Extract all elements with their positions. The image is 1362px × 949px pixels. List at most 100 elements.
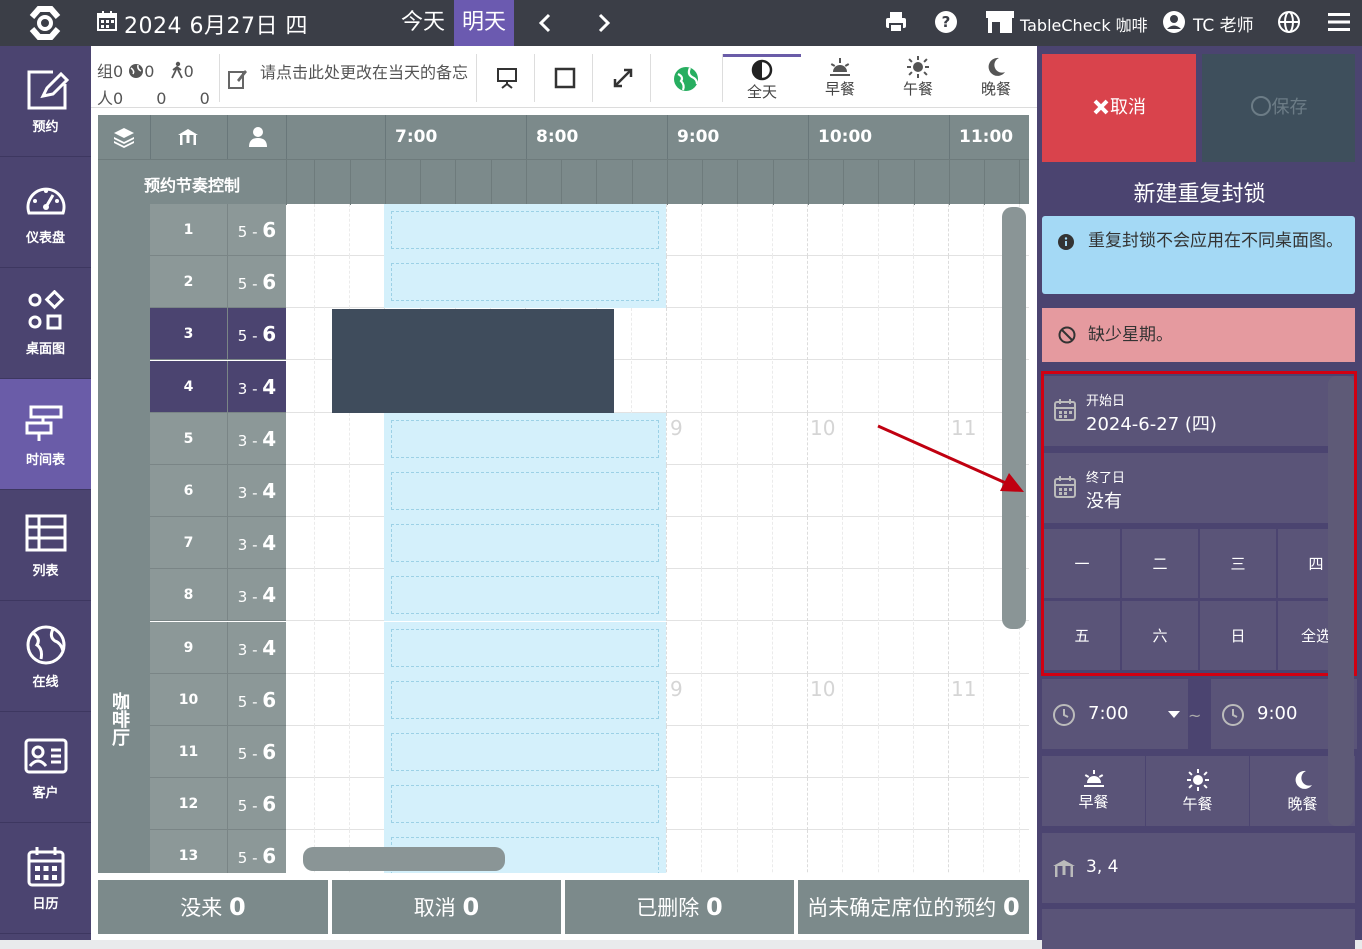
sidebar-item-dashboard[interactable]: 仪表盘	[0, 157, 91, 268]
capacity-min: 3	[237, 536, 248, 555]
deleted-button[interactable]: 已删除 0	[565, 880, 794, 934]
block-slot[interactable]	[384, 204, 666, 256]
table-row[interactable]: 10 5 - 6	[150, 673, 1029, 726]
menu-icon[interactable]	[1327, 10, 1351, 34]
timeline-cells[interactable]	[286, 726, 1029, 778]
block-selection[interactable]	[332, 309, 614, 413]
current-date[interactable]: 2024 6月27日 四	[124, 8, 308, 40]
tomorrow-button[interactable]: 明天	[454, 0, 514, 46]
table-row[interactable]: 12 5 - 6	[150, 778, 1029, 831]
help-icon[interactable]: ?	[934, 10, 958, 34]
timeline-cells[interactable]	[286, 412, 1029, 465]
chevron-right-icon[interactable]	[594, 12, 614, 34]
sidebar-item-reservation[interactable]: 预约	[0, 46, 91, 157]
table-row[interactable]: 93 - 4	[150, 621, 1029, 674]
capacity-separator: -	[247, 536, 263, 555]
sidebar-item-online[interactable]: 在线	[0, 601, 91, 712]
presentation-button[interactable]	[477, 54, 535, 102]
timeline-cells[interactable]	[286, 256, 1029, 309]
customer-icon	[23, 734, 69, 778]
table-number: 10	[150, 673, 227, 726]
logo-icon[interactable]	[24, 3, 66, 43]
table-row[interactable]: 63 - 4	[150, 465, 1029, 517]
sidebar-item-calendar[interactable]: 日历	[0, 823, 91, 934]
list-icon	[23, 512, 69, 556]
layers-icon[interactable]	[112, 125, 136, 149]
start-time-select[interactable]: 7:00	[1042, 679, 1188, 749]
timeline-grid: 7:00 8:00 9:00 10:00 11:00 预约节奏控制 咖啡厅 15…	[98, 115, 1029, 873]
table-number: 3	[150, 308, 227, 361]
ghost-hour-label: 9	[670, 677, 683, 701]
meal-tab-lunch[interactable]: 午餐	[879, 54, 957, 102]
sidebar-item-list[interactable]: 列表	[0, 490, 91, 601]
table-row[interactable]: 53 - 4	[150, 412, 1029, 465]
meal-tab-label: 午餐	[902, 80, 933, 98]
globe-icon[interactable]	[1277, 10, 1301, 34]
deleted-label: 已删除	[636, 896, 700, 920]
panel-meal-lunch[interactable]: 午餐	[1146, 756, 1250, 826]
table-icon[interactable]	[176, 125, 200, 149]
table-row[interactable]: 15 - 6	[150, 204, 1029, 256]
panel-meal-breakfast[interactable]: 早餐	[1042, 756, 1146, 826]
print-icon[interactable]	[884, 10, 908, 34]
memo-field[interactable]	[1042, 909, 1355, 949]
user-name[interactable]: TC 老师	[1193, 11, 1254, 36]
sidebar-item-label: 预约	[32, 120, 59, 135]
table-row[interactable]: 11 5 - 6	[150, 726, 1029, 778]
expand-button[interactable]	[593, 54, 651, 102]
block-slot[interactable]	[384, 517, 666, 570]
table-capacity: 3 - 4	[227, 517, 286, 570]
day-memo[interactable]: 请点击此处更改在当天的备忘	[219, 54, 477, 102]
table-number: 11	[150, 726, 227, 778]
pace-control-row[interactable]: 预约节奏控制	[98, 159, 1029, 205]
cancelled-button[interactable]: 取消 0	[332, 880, 561, 934]
meal-tab-dinner[interactable]: 晚餐	[957, 54, 1035, 102]
vertical-scrollbar[interactable]	[1002, 207, 1026, 629]
unseated-button[interactable]: 尚未确定席位的预约 0	[798, 880, 1029, 934]
time-label: 9:00	[677, 127, 720, 147]
sidebar-item-customer[interactable]: 客户	[0, 712, 91, 823]
panel-scrollbar[interactable]	[1328, 376, 1354, 826]
timeline-cells[interactable]	[286, 465, 1029, 517]
table-view-button[interactable]	[535, 54, 593, 102]
block-slot[interactable]	[384, 621, 666, 674]
block-slot[interactable]	[384, 673, 666, 726]
sidebar-item-floorplan[interactable]: 桌面图	[0, 268, 91, 379]
timeline-cells[interactable]	[286, 517, 1029, 570]
user-icon[interactable]	[1162, 10, 1186, 34]
meal-tab-breakfast[interactable]: 早餐	[801, 54, 879, 102]
cancel-button[interactable]: 取消	[1042, 54, 1196, 162]
sidebar-item-timeline[interactable]: 时间表	[0, 379, 91, 490]
block-slot[interactable]	[384, 412, 666, 465]
top-bar: 2024 6月27日 四 今天 明天 ? TableCheck 咖啡 TC 老师	[0, 0, 1362, 46]
block-slot[interactable]	[384, 778, 666, 831]
timeline-cells[interactable]	[286, 204, 1029, 256]
timeline-cells[interactable]	[286, 569, 1029, 622]
person-icon[interactable]	[246, 125, 270, 149]
online-toggle-button[interactable]	[651, 54, 723, 102]
timeline-cells[interactable]	[286, 778, 1029, 831]
store-icon[interactable]	[985, 9, 1015, 35]
table-row[interactable]: 83 - 4	[150, 569, 1029, 622]
today-button[interactable]: 今天	[392, 0, 454, 46]
block-slot[interactable]	[384, 569, 666, 622]
block-slot[interactable]	[384, 256, 666, 309]
timeline-cells[interactable]	[286, 673, 1029, 726]
chevron-left-icon[interactable]	[535, 12, 555, 34]
capacity-separator: -	[247, 379, 263, 398]
error-alert: 缺少星期。	[1042, 308, 1355, 362]
store-name[interactable]: TableCheck 咖啡	[1020, 12, 1148, 36]
table-row[interactable]: 13 5 - 6	[150, 830, 1029, 873]
table-row[interactable]: 73 - 4	[150, 517, 1029, 570]
horizontal-scrollbar[interactable]	[303, 847, 505, 871]
noshow-button[interactable]: 没来 0	[98, 880, 328, 934]
block-slot[interactable]	[384, 726, 666, 778]
meal-tab-all-day[interactable]: 全天	[723, 54, 801, 102]
table-row[interactable]: 25 - 6	[150, 256, 1029, 309]
selected-tables-field[interactable]: 3, 4	[1042, 833, 1355, 903]
timeline-cells[interactable]	[286, 621, 1029, 674]
save-button[interactable]: 保存	[1202, 54, 1355, 162]
block-slot[interactable]	[384, 465, 666, 517]
block-slot-border	[391, 733, 659, 771]
capacity-max: 4	[262, 479, 277, 503]
